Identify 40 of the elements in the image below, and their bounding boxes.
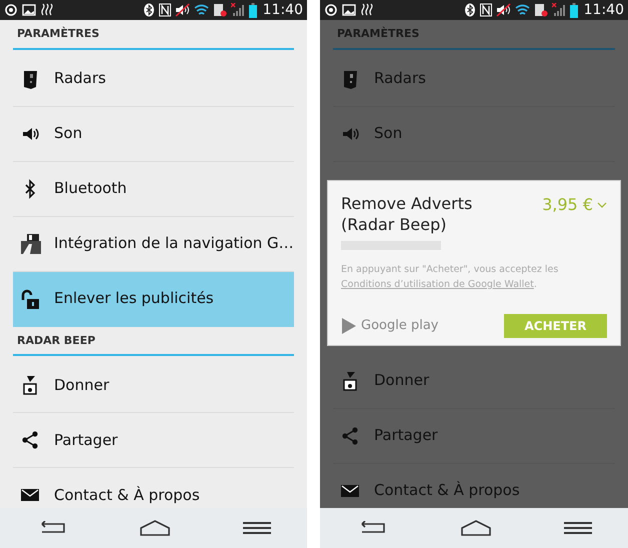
sim-card-icon (534, 3, 548, 17)
status-time: 11:40 (584, 0, 624, 20)
image-icon (342, 3, 356, 17)
signal-icon (230, 3, 245, 17)
sim-card-icon (212, 3, 227, 17)
section-header: RADAR BEEP (13, 326, 294, 356)
settings-item[interactable]: Donner (13, 358, 294, 413)
home-icon[interactable] (139, 520, 172, 536)
home-icon[interactable] (460, 520, 492, 536)
wifi-icon (194, 3, 209, 17)
status-time: 11:40 (262, 0, 303, 20)
location-icon (4, 3, 18, 17)
menu-icon[interactable] (564, 521, 592, 535)
muted-speaker-icon (174, 3, 190, 17)
battery-icon (248, 2, 257, 18)
settings-item[interactable]: Bluetooth (13, 162, 294, 216)
play-triangle-icon (341, 317, 357, 335)
battery-icon (570, 2, 578, 18)
section-header: PARAMÈTRES (333, 20, 615, 50)
image-icon (22, 3, 36, 17)
settings-item[interactable]: Partager (13, 413, 294, 468)
dialog-title: Remove Adverts (Radar Beep) (341, 193, 474, 235)
chevron-down-icon (597, 202, 607, 208)
bluetooth-icon (142, 3, 155, 17)
unlocked-padlock-icon (20, 288, 42, 308)
muted-speaker-icon (496, 3, 511, 17)
location-icon (324, 3, 338, 17)
menu-icon[interactable] (243, 521, 272, 535)
signal-icon (552, 3, 566, 17)
settings-item[interactable]: Enlever les publicités (13, 272, 294, 326)
settings-item[interactable]: Radars (13, 52, 294, 106)
store-name: Google play (361, 317, 438, 336)
wifi-icon (514, 3, 530, 17)
settings-item[interactable]: Son (13, 106, 294, 162)
section-header: PARAMÈTRES (13, 20, 294, 50)
terms-text: En appuyant sur "Acheter", vous acceptez les Conditions d’utilisation de Google Wallet. (341, 263, 560, 292)
nfc-icon (158, 3, 171, 17)
nfc-icon (480, 3, 492, 17)
bluetooth-icon (464, 3, 476, 17)
navigation-icon (20, 234, 42, 254)
